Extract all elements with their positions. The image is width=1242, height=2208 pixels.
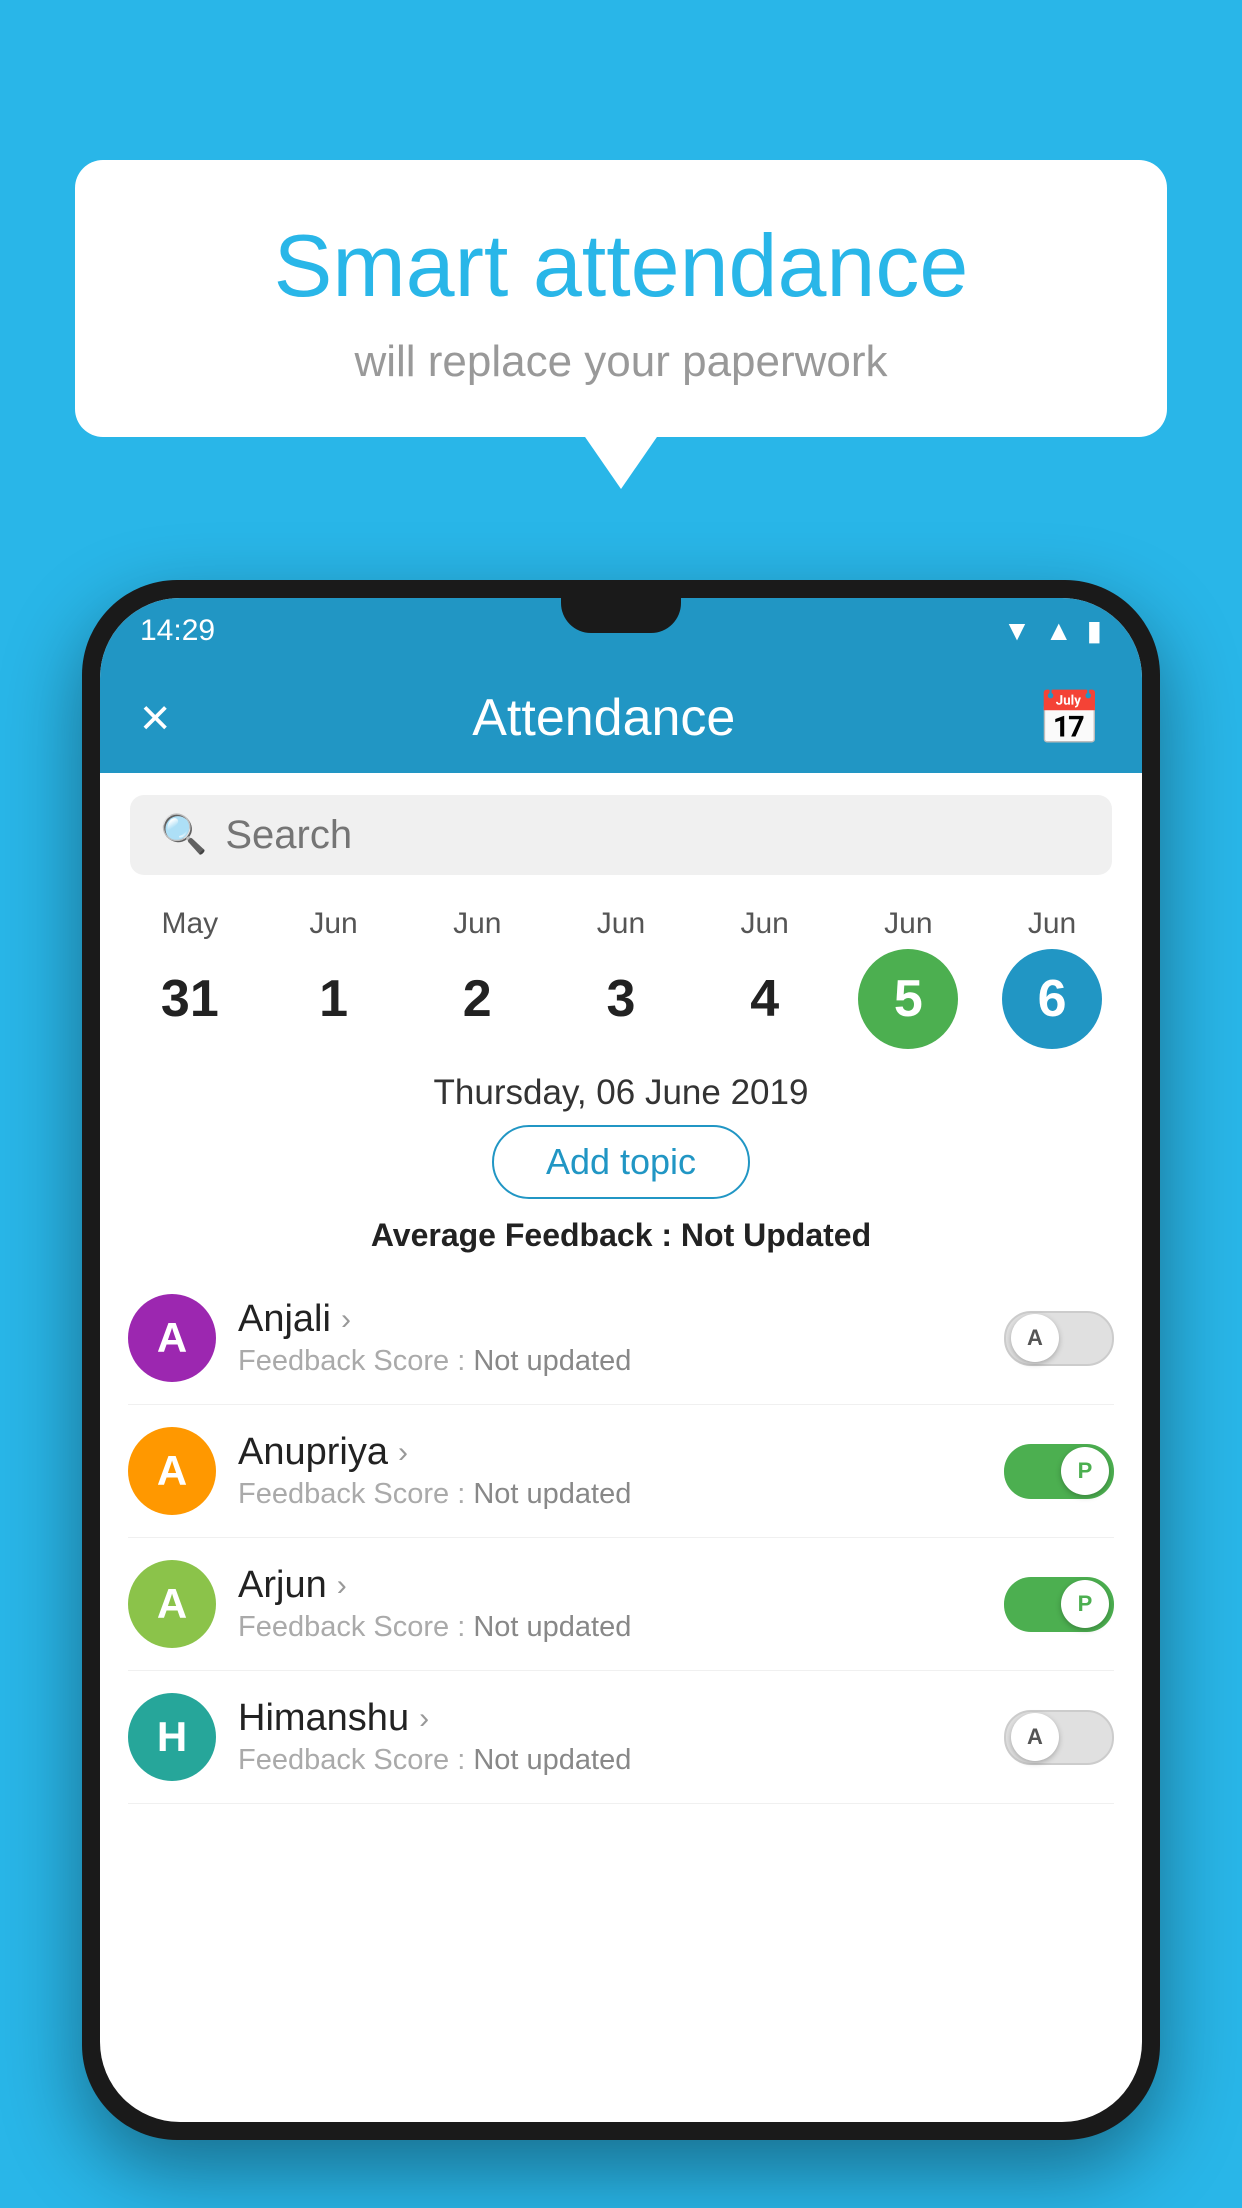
search-input[interactable] [225, 813, 1082, 858]
search-container: 🔍 [130, 795, 1112, 875]
cal-month-5: Jun [884, 907, 932, 941]
cal-day-0[interactable]: 31 [140, 949, 240, 1049]
feedback-score-3: Feedback Score : Not updated [238, 1744, 982, 1777]
toggle-container-3: A [1004, 1710, 1114, 1765]
cal-month-4: Jun [740, 907, 788, 941]
cal-month-3: Jun [597, 907, 645, 941]
student-name-1[interactable]: Anupriya › [238, 1431, 982, 1474]
student-name-2[interactable]: Arjun › [238, 1564, 982, 1607]
calendar-col-3[interactable]: Jun 3 [551, 907, 691, 1049]
calendar-col-6[interactable]: Jun 6 [982, 907, 1122, 1049]
toggle-thumb-1: P [1061, 1447, 1109, 1495]
student-info-3: Himanshu › Feedback Score : Not updated [238, 1697, 982, 1777]
avatar-2: A [128, 1560, 216, 1648]
calendar-col-0[interactable]: May 31 [120, 907, 260, 1049]
feedback-score-1: Feedback Score : Not updated [238, 1478, 982, 1511]
phone-outer: 14:29 ▼ ▲ ▮ × Attendance 📅 🔍 [82, 580, 1160, 2140]
cal-month-0: May [162, 907, 219, 941]
chevron-icon-0: › [341, 1303, 351, 1337]
cal-day-4[interactable]: 4 [715, 949, 815, 1049]
status-icons: ▼ ▲ ▮ [1003, 614, 1102, 647]
search-icon: 🔍 [160, 813, 207, 857]
close-button[interactable]: × [140, 688, 170, 748]
student-item-0: A Anjali › Feedback Score : Not updated A [128, 1272, 1114, 1405]
student-info-0: Anjali › Feedback Score : Not updated [238, 1298, 982, 1378]
bubble-title: Smart attendance [135, 215, 1107, 317]
selected-date-label: Thursday, 06 June 2019 [100, 1073, 1142, 1113]
attendance-toggle-2[interactable]: P [1004, 1577, 1114, 1632]
calendar-col-5[interactable]: Jun 5 [838, 907, 978, 1049]
cal-month-6: Jun [1028, 907, 1076, 941]
chevron-icon-1: › [398, 1436, 408, 1470]
toggle-container-1: P [1004, 1444, 1114, 1499]
cal-day-2[interactable]: 2 [427, 949, 527, 1049]
feedback-value-2: Not updated [473, 1611, 631, 1643]
feedback-value-1: Not updated [473, 1478, 631, 1510]
student-name-0[interactable]: Anjali › [238, 1298, 982, 1341]
avatar-0: A [128, 1294, 216, 1382]
phone-screen: 14:29 ▼ ▲ ▮ × Attendance 📅 🔍 [100, 598, 1142, 2122]
app-bar: × Attendance 📅 [100, 663, 1142, 773]
calendar-col-1[interactable]: Jun 1 [264, 907, 404, 1049]
avg-feedback-label: Average Feedback : [371, 1217, 672, 1253]
attendance-toggle-0[interactable]: A [1004, 1311, 1114, 1366]
feedback-value-3: Not updated [473, 1744, 631, 1776]
average-feedback: Average Feedback : Not Updated [100, 1217, 1142, 1254]
cal-day-5[interactable]: 5 [858, 949, 958, 1049]
status-time: 14:29 [140, 614, 215, 648]
wifi-icon: ▼ [1003, 615, 1031, 647]
chevron-icon-2: › [337, 1569, 347, 1603]
avg-feedback-value: Not Updated [681, 1217, 871, 1253]
student-name-3[interactable]: Himanshu › [238, 1697, 982, 1740]
attendance-toggle-1[interactable]: P [1004, 1444, 1114, 1499]
phone-notch [561, 598, 681, 633]
signal-icon: ▲ [1045, 615, 1073, 647]
toggle-container-0: A [1004, 1311, 1114, 1366]
toggle-thumb-2: P [1061, 1580, 1109, 1628]
calendar-col-2[interactable]: Jun 2 [407, 907, 547, 1049]
feedback-score-0: Feedback Score : Not updated [238, 1345, 982, 1378]
attendance-toggle-3[interactable]: A [1004, 1710, 1114, 1765]
student-info-1: Anupriya › Feedback Score : Not updated [238, 1431, 982, 1511]
chevron-icon-3: › [419, 1702, 429, 1736]
cal-month-1: Jun [309, 907, 357, 941]
battery-icon: ▮ [1087, 614, 1102, 647]
cal-day-1[interactable]: 1 [284, 949, 384, 1049]
avatar-3: H [128, 1693, 216, 1781]
student-item-2: A Arjun › Feedback Score : Not updated P [128, 1538, 1114, 1671]
calendar-icon[interactable]: 📅 [1037, 688, 1102, 749]
student-item-1: A Anupriya › Feedback Score : Not updated P [128, 1405, 1114, 1538]
feedback-score-2: Feedback Score : Not updated [238, 1611, 982, 1644]
student-item-3: H Himanshu › Feedback Score : Not updated A [128, 1671, 1114, 1804]
add-topic-button[interactable]: Add topic [492, 1125, 750, 1199]
student-info-2: Arjun › Feedback Score : Not updated [238, 1564, 982, 1644]
toggle-thumb-0: A [1011, 1314, 1059, 1362]
calendar-col-4[interactable]: Jun 4 [695, 907, 835, 1049]
cal-day-3[interactable]: 3 [571, 949, 671, 1049]
phone-wrapper: 14:29 ▼ ▲ ▮ × Attendance 📅 🔍 [82, 580, 1160, 2208]
student-list: AAnjali ›Feedback Score : Not updatedAAA… [100, 1272, 1142, 1804]
speech-bubble: Smart attendance will replace your paper… [75, 160, 1167, 437]
calendar-row: May 31 Jun 1 Jun 2 Jun 3 Jun 4 Jun 5 Jun 6 [100, 897, 1142, 1049]
app-title: Attendance [472, 688, 735, 748]
bubble-subtitle: will replace your paperwork [135, 337, 1107, 387]
toggle-container-2: P [1004, 1577, 1114, 1632]
cal-month-2: Jun [453, 907, 501, 941]
toggle-thumb-3: A [1011, 1713, 1059, 1761]
avatar-1: A [128, 1427, 216, 1515]
cal-day-6[interactable]: 6 [1002, 949, 1102, 1049]
feedback-value-0: Not updated [473, 1345, 631, 1377]
